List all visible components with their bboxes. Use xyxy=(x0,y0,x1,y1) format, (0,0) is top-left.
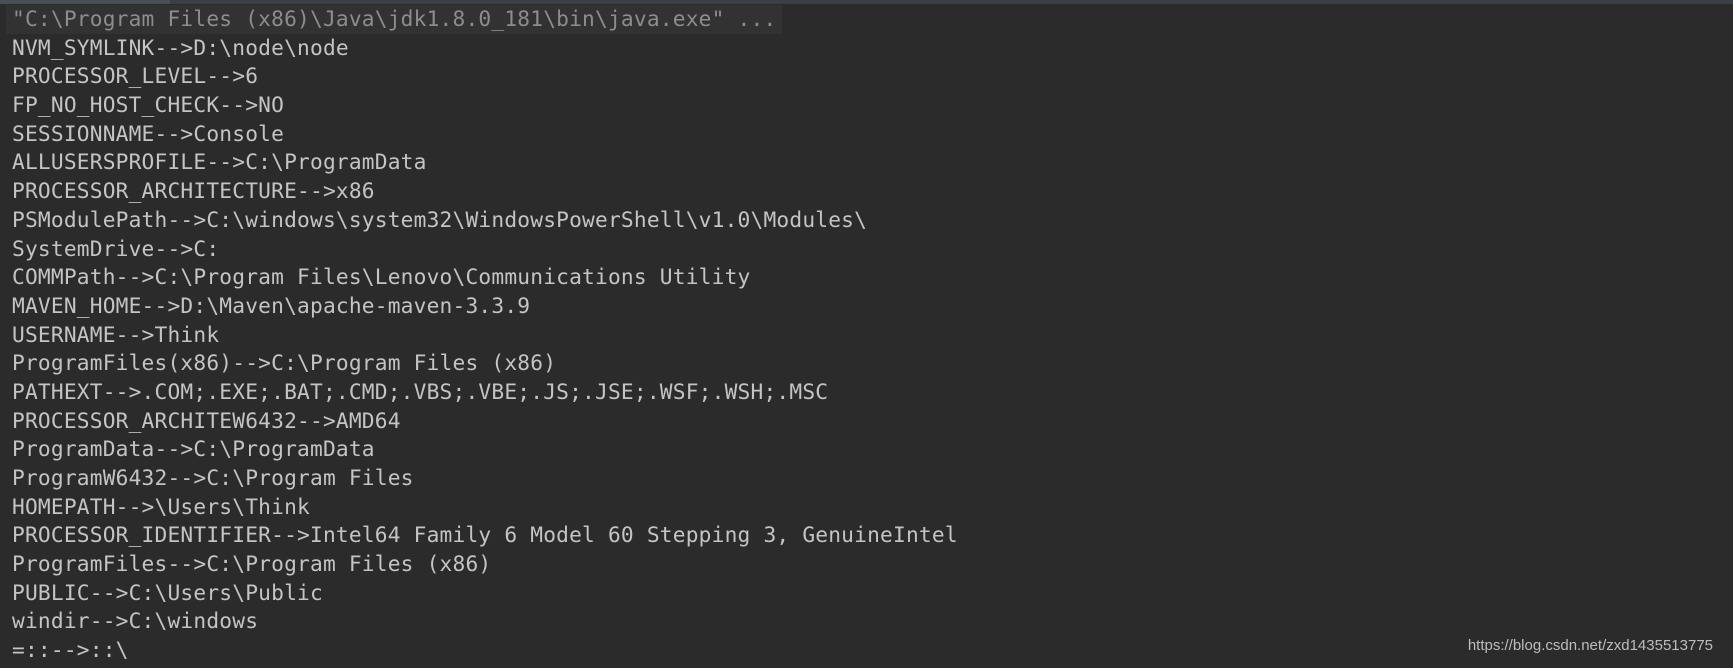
console-line: SystemDrive-->C: xyxy=(12,235,220,261)
console-line: NVM_SYMLINK-->D:\node\node xyxy=(12,34,349,60)
console-output[interactable]: "C:\Program Files (x86)\Java\jdk1.8.0_18… xyxy=(6,5,1733,665)
console-line: PROCESSOR_ARCHITECTURE-->x86 xyxy=(12,178,375,204)
console-line: ProgramFiles-->C:\Program Files (x86) xyxy=(12,551,492,577)
watermark: https://blog.csdn.net/zxd1435513775 xyxy=(1467,637,1713,654)
console-line: ProgramW6432-->C:\Program Files xyxy=(12,465,414,490)
console-line: SESSIONNAME-->Console xyxy=(12,120,285,146)
console-line: ALLUSERSPROFILE-->C:\ProgramData xyxy=(12,149,427,175)
tool-window-header xyxy=(0,0,1733,4)
console-line: PROCESSOR_ARCHITEW6432-->AMD64 xyxy=(12,407,401,433)
console-line: PROCESSOR_IDENTIFIER-->Intel64 Family 6 … xyxy=(12,522,958,548)
console-line: PSModulePath-->C:\windows\system32\Windo… xyxy=(12,206,868,232)
console-line: USERNAME-->Think xyxy=(12,321,220,347)
console-line: MAVEN_HOME-->D:\Maven\apache-maven-3.3.9 xyxy=(12,292,531,318)
console-line: PROCESSOR_LEVEL-->6 xyxy=(12,63,259,89)
console-line: PUBLIC-->C:\Users\Public xyxy=(12,579,323,605)
console-command-line: "C:\Program Files (x86)\Java\jdk1.8.0_18… xyxy=(6,5,1733,34)
console-line: FP_NO_HOST_CHECK-->NO xyxy=(12,92,285,118)
console-line: COMMPath-->C:\Program Files\Lenovo\Commu… xyxy=(12,264,751,290)
run-command[interactable]: "C:\Program Files (x86)\Java\jdk1.8.0_18… xyxy=(6,5,783,34)
active-tab-indicator xyxy=(0,0,170,4)
console-line: HOMEPATH-->\Users\Think xyxy=(12,493,310,519)
console-line: ProgramData-->C:\ProgramData xyxy=(12,436,375,462)
console-line: ProgramFiles(x86)-->C:\Program Files (x8… xyxy=(12,350,557,376)
console-line: windir-->C:\windows xyxy=(12,608,259,634)
console-line: PATHEXT-->.COM;.EXE;.BAT;.CMD;.VBS;.VBE;… xyxy=(12,378,829,404)
